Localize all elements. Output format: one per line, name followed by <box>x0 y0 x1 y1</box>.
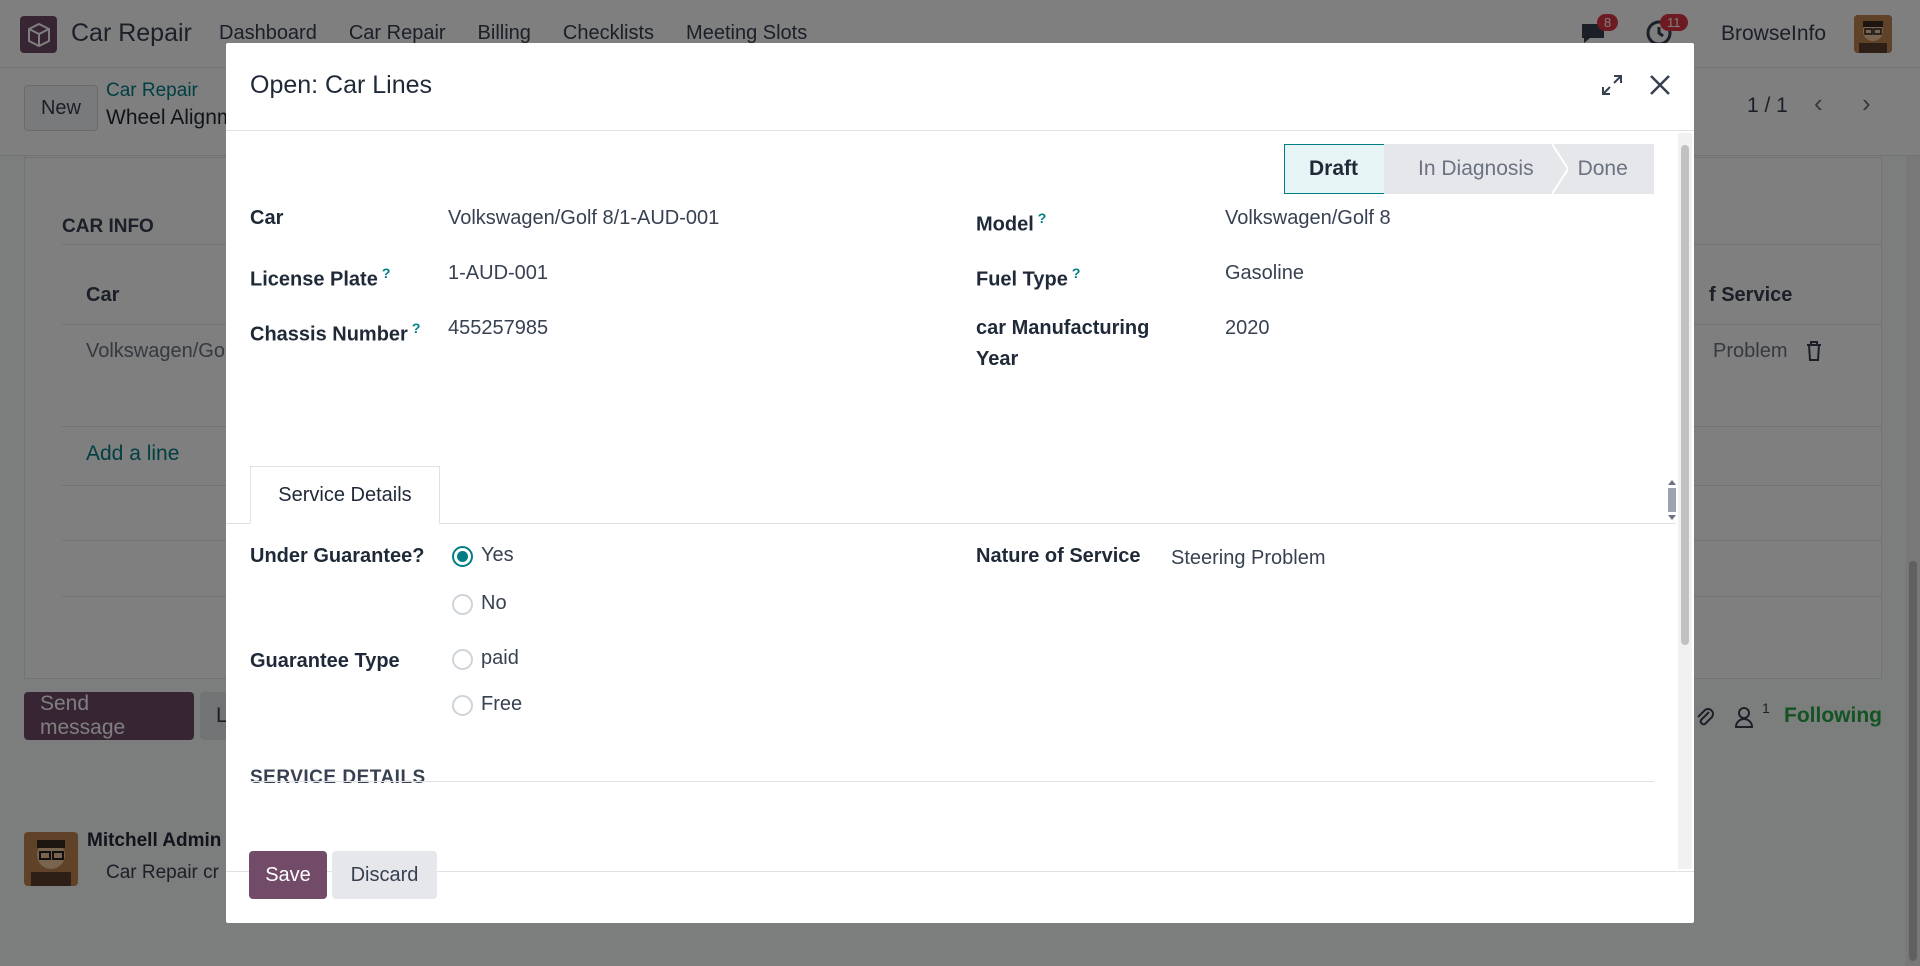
stage-in-diagnosis[interactable]: In Diagnosis <box>1384 144 1552 194</box>
chassis-number-label: Chassis Number? <box>250 320 421 346</box>
nature-of-service-label: Nature of Service <box>976 545 1141 567</box>
guarantee-type-paid-radio[interactable] <box>452 649 473 670</box>
license-plate-label: License Plate? <box>250 265 391 291</box>
guarantee-yes-radio[interactable] <box>452 546 473 567</box>
under-guarantee-label: Under Guarantee? <box>250 545 425 567</box>
tab-service-details[interactable]: Service Details <box>250 466 440 524</box>
manufacturing-year-value[interactable]: 2020 <box>1225 313 1270 343</box>
dialog-header: Open: Car Lines <box>226 43 1694 131</box>
tab-scroll-indicator[interactable] <box>1666 478 1676 522</box>
stage-done[interactable]: Done <box>1567 144 1654 194</box>
service-details-section-title: SERVICE DETAILS <box>250 767 426 788</box>
model-value[interactable]: Volkswagen/Golf 8 <box>1225 203 1391 233</box>
car-value[interactable]: Volkswagen/Golf 8/1-AUD-001 <box>448 203 719 233</box>
help-icon[interactable]: ? <box>1038 210 1047 226</box>
model-label: Model? <box>976 210 1047 236</box>
section-divider <box>250 781 1654 782</box>
dialog-scrollbar[interactable] <box>1678 133 1692 869</box>
help-icon[interactable]: ? <box>382 265 391 281</box>
expand-icon[interactable] <box>1600 73 1624 97</box>
stage-draft[interactable]: Draft <box>1284 144 1386 194</box>
guarantee-type-free-radio[interactable] <box>452 695 473 716</box>
manufacturing-year-label-line2: Year <box>976 348 1019 370</box>
license-plate-value[interactable]: 1-AUD-001 <box>448 258 548 288</box>
guarantee-type-paid-label[interactable]: paid <box>481 647 519 670</box>
guarantee-no-label[interactable]: No <box>481 592 507 615</box>
stage-arrow-icon <box>1551 144 1568 194</box>
dialog-scrollbar-thumb[interactable] <box>1681 145 1689 645</box>
chassis-number-value[interactable]: 455257985 <box>448 313 548 343</box>
dialog-body: Draft In Diagnosis Done Car Volkswagen/G… <box>226 131 1676 871</box>
save-button[interactable]: Save <box>249 851 327 899</box>
nature-of-service-value[interactable]: Steering Problem <box>1171 543 1326 573</box>
dialog-title: Open: Car Lines <box>250 71 433 99</box>
guarantee-yes-label[interactable]: Yes <box>481 544 514 567</box>
fuel-type-label: Fuel Type? <box>976 265 1081 291</box>
guarantee-no-radio[interactable] <box>452 594 473 615</box>
close-icon[interactable] <box>1646 71 1674 99</box>
help-icon[interactable]: ? <box>412 320 421 336</box>
guarantee-type-free-label[interactable]: Free <box>481 693 522 716</box>
fuel-type-value[interactable]: Gasoline <box>1225 258 1304 288</box>
discard-button[interactable]: Discard <box>332 851 437 899</box>
car-lines-dialog: Open: Car Lines Draft In Diagnosis Done … <box>226 43 1694 923</box>
status-bar: Draft In Diagnosis Done <box>1284 144 1654 194</box>
tab-bar-divider <box>226 523 1676 524</box>
guarantee-type-label: Guarantee Type <box>250 650 400 672</box>
dialog-footer <box>226 871 1694 923</box>
help-icon[interactable]: ? <box>1072 265 1081 281</box>
manufacturing-year-label: car Manufacturing <box>976 317 1150 339</box>
car-label: Car <box>250 207 284 229</box>
